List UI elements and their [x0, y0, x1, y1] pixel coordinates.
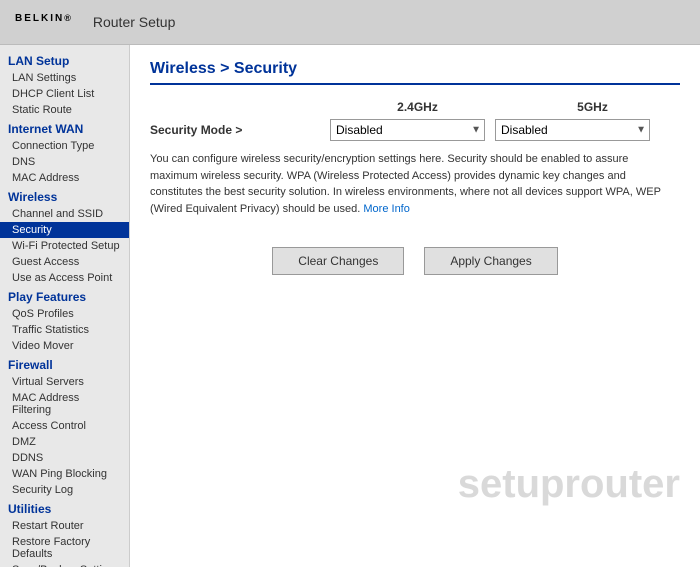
sidebar-item-wi-fi-protected-setup[interactable]: Wi-Fi Protected Setup [0, 238, 129, 254]
sidebar-section-wireless: Wireless [0, 186, 129, 206]
freq-headers: 2.4GHz 5GHz [150, 100, 680, 114]
security-mode-2ghz-select[interactable]: Disabled WPA/WPA2 WEP [330, 119, 485, 141]
header: BELKIN® Router Setup [0, 0, 700, 45]
security-mode-2ghz-wrapper: Disabled WPA/WPA2 WEP ▼ [330, 119, 485, 141]
sidebar-item-dmz[interactable]: DMZ [0, 434, 129, 450]
sidebar-item-save-backup-settings[interactable]: Save/Backup Settings [0, 562, 129, 567]
sidebar-item-connection-type[interactable]: Connection Type [0, 138, 129, 154]
sidebar-item-lan-settings[interactable]: LAN Settings [0, 70, 129, 86]
security-mode-controls: Disabled WPA/WPA2 WEP ▼ Disabled WPA/WPA… [330, 119, 680, 141]
sidebar: LAN SetupLAN SettingsDHCP Client ListSta… [0, 45, 130, 567]
sidebar-item-ddns[interactable]: DDNS [0, 450, 129, 466]
sidebar-item-static-route[interactable]: Static Route [0, 102, 129, 118]
router-setup-title: Router Setup [93, 14, 176, 30]
sidebar-item-dns[interactable]: DNS [0, 154, 129, 170]
security-mode-row: Security Mode > Disabled WPA/WPA2 WEP ▼ … [150, 119, 680, 141]
sidebar-section-utilities: Utilities [0, 498, 129, 518]
security-mode-label: Security Mode > [150, 123, 330, 137]
main-layout: LAN SetupLAN SettingsDHCP Client ListSta… [0, 45, 700, 567]
more-info-link[interactable]: More Info [363, 203, 409, 215]
sidebar-item-wan-ping-blocking[interactable]: WAN Ping Blocking [0, 466, 129, 482]
apply-changes-button[interactable]: Apply Changes [424, 247, 557, 275]
info-box: You can configure wireless security/encr… [150, 151, 670, 217]
sidebar-item-mac-address[interactable]: MAC Address [0, 170, 129, 186]
content-area: Wireless > Security 2.4GHz 5GHz Security… [130, 45, 700, 567]
belkin-logo: BELKIN® [15, 12, 73, 33]
sidebar-item-restore-factory-defaults[interactable]: Restore Factory Defaults [0, 534, 129, 562]
clear-changes-button[interactable]: Clear Changes [272, 247, 404, 275]
sidebar-item-restart-router[interactable]: Restart Router [0, 518, 129, 534]
sidebar-section-firewall: Firewall [0, 354, 129, 374]
watermark: setuprouter [458, 462, 680, 507]
button-row: Clear Changes Apply Changes [150, 247, 680, 275]
sidebar-item-virtual-servers[interactable]: Virtual Servers [0, 374, 129, 390]
sidebar-section-internet-wan: Internet WAN [0, 118, 129, 138]
sidebar-item-channel-and-ssid[interactable]: Channel and SSID [0, 206, 129, 222]
sidebar-item-traffic-statistics[interactable]: Traffic Statistics [0, 322, 129, 338]
security-mode-5ghz-select[interactable]: Disabled WPA/WPA2 WEP [495, 119, 650, 141]
freq-2ghz-header: 2.4GHz [338, 100, 498, 114]
security-mode-5ghz-wrapper: Disabled WPA/WPA2 WEP ▼ [495, 119, 650, 141]
sidebar-item-use-as-access-point[interactable]: Use as Access Point [0, 270, 129, 286]
sidebar-item-access-control[interactable]: Access Control [0, 418, 129, 434]
freq-5ghz-header: 5GHz [513, 100, 673, 114]
sidebar-section-play-features: Play Features [0, 286, 129, 306]
sidebar-item-dhcp-client-list[interactable]: DHCP Client List [0, 86, 129, 102]
sidebar-item-qos-profiles[interactable]: QoS Profiles [0, 306, 129, 322]
sidebar-item-security[interactable]: Security [0, 222, 129, 238]
sidebar-item-mac-address-filtering[interactable]: MAC Address Filtering [0, 390, 129, 418]
page-title: Wireless > Security [150, 60, 680, 85]
sidebar-item-guest-access[interactable]: Guest Access [0, 254, 129, 270]
sidebar-item-video-mover[interactable]: Video Mover [0, 338, 129, 354]
sidebar-section-lan-setup: LAN Setup [0, 50, 129, 70]
sidebar-item-security-log[interactable]: Security Log [0, 482, 129, 498]
